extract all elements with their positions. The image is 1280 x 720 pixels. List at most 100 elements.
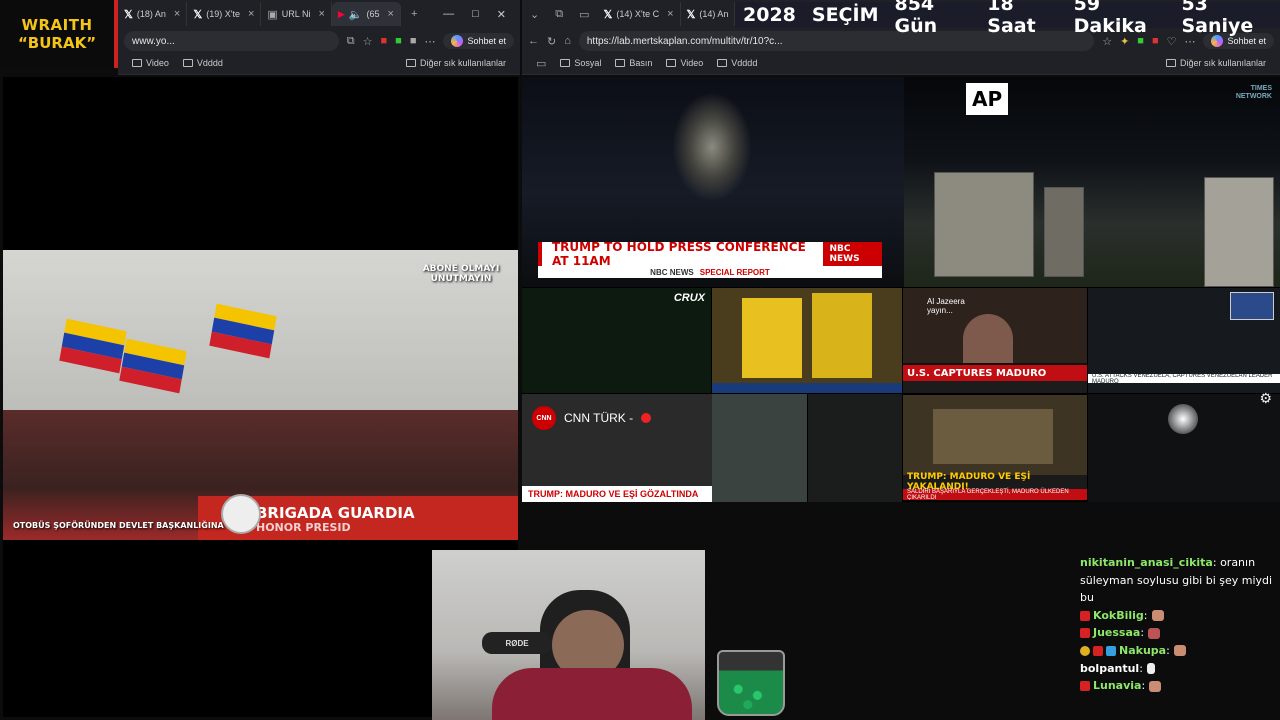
close-icon[interactable]: × [667,8,673,20]
bookmark-other[interactable]: Diğer sık kullanılanlar [1165,58,1266,68]
bookmark-label: Vdddd [196,58,223,68]
back-icon[interactable]: ← [528,35,539,47]
copilot-icon [451,35,464,47]
copilot-label: Sohbet et [467,36,506,46]
extension-red-icon[interactable]: ■ [381,35,388,47]
bookmark-label: Video [146,58,169,68]
aj-lower-third: U.S. CAPTURES MADURO [903,363,1087,393]
vertical-tabs-icon[interactable]: ▭ [571,8,597,21]
chat-username[interactable]: Nakupa [1119,644,1166,657]
countdown-seconds: 53 Saniye [1181,0,1254,37]
chat-panel: nikitanin_anasi_cikita: oranın süleyman … [1080,554,1276,695]
countdown-year: 2028 [743,4,796,26]
video-frame[interactable]: BRIGADA GUARDIA HONOR PRESID ABONE OLMAY… [3,250,518,540]
sub-badge-icon [1080,681,1090,692]
venezuela-strip: U.S. ATTACKS VENEZUELA, CAPTURES VENEZUE… [1088,373,1280,385]
sozcu-stream[interactable]: TRUMP: MADURO VE EŞİ YAKALANDI! SALDIRI … [903,395,1087,500]
address-bar[interactable]: www.yo... [124,31,339,51]
rally-stream[interactable] [712,288,902,393]
chat-username[interactable]: nikitanin_anasi_cikita [1080,556,1213,569]
settings-gear-icon[interactable]: ⚙ [1259,390,1272,407]
right-bookmarks-bar: ▭ Sosyal Basın Video Vdddd Diğer sık kul… [522,54,1280,72]
countdown-days: 854 Gün [894,0,938,37]
new-tab-icon[interactable]: + [411,8,417,20]
close-icon[interactable]: × [248,8,254,20]
extension-icon[interactable]: ⧉ [347,35,355,48]
sub-badge-icon [1080,610,1090,621]
nbc-brand: NBC NEWS [823,242,882,266]
nbc-stream[interactable]: TRUMP TO HOLD PRESS CONFERENCE AT 11AM N… [522,77,904,287]
bookmark-video[interactable]: Video [666,58,703,68]
bookmark-basin[interactable]: Basın [615,58,652,68]
ap-stream[interactable]: AP TIMES NETWORK [904,77,1280,287]
reading-list-icon[interactable]: ▭ [536,57,546,70]
close-icon[interactable]: × [174,8,180,20]
chat-username[interactable]: Juessaa [1093,626,1140,639]
sub-badge-icon [1080,628,1090,639]
tab-2[interactable]: 𝕏 (19) X'te × [187,2,262,26]
bookmark-other[interactable]: Diğer sık kullanılanlar [405,58,506,68]
folder-icon [1165,59,1176,67]
crux-stream[interactable]: CRUX [522,288,711,393]
tab-label: URL Ni [281,9,311,19]
chat-message: nikitanin_anasi_cikita: oranın süleyman … [1080,556,1273,605]
left-browser-chrome: 𝕏 (18) An × 𝕏 (19) X'te × ▣ URL Ni × ▶ 🔈 (65 × + … [118,0,520,75]
tab-1[interactable]: 𝕏 (18) An × [118,2,188,26]
cnnturk-stream[interactable]: CNN CNN TÜRK - TRUMP: MADURO VE EŞİ GÖZA… [522,394,712,502]
x-logo-icon: 𝕏 [603,8,613,21]
building-image [1044,187,1084,277]
building-image [1204,177,1274,287]
chat-username[interactable]: KokBilig [1093,609,1144,622]
page-icon: ▣ [267,8,278,21]
chat-message: Juessaa: [1080,624,1276,642]
night-stream[interactable] [1088,394,1280,502]
folder-icon [615,59,626,67]
aljazeera-stream[interactable]: Al Jazeera yayın... U.S. CAPTURES MADURO [903,288,1087,393]
favorites-icon[interactable]: ♡ [1167,35,1177,48]
tab-r2[interactable]: 𝕏 (14) An [681,2,736,26]
bookmark-vdddd[interactable]: Vdddd [717,58,757,68]
bookmark-vdddd[interactable]: Vdddd [182,58,223,68]
bookmark-label: Diğer sık kullanılanlar [1179,58,1266,68]
favorite-icon[interactable]: ☆ [363,35,373,48]
close-icon[interactable]: × [318,8,324,20]
tab-actions-icon[interactable]: ⌄ [522,8,547,21]
tab-r1[interactable]: 𝕏 (14) X'te C × [597,2,681,26]
close-icon[interactable]: × [388,8,394,20]
maximize-icon[interactable]: □ [472,8,479,21]
close-window-icon[interactable]: ✕ [497,8,506,21]
cam-stream-1[interactable] [712,394,807,502]
bookmark-video[interactable]: Video [132,58,169,68]
times-network-logo: TIMES NETWORK [1235,85,1272,100]
seal-emblem [221,494,261,534]
chat-username[interactable]: Lunavia [1093,679,1141,692]
streamer-webcam: RØDE [432,550,705,720]
window-controls: — □ ✕ [443,8,520,21]
sozcu-subline: SALDIRI BAŞARIYLA GERÇEKLEŞTİ, MADURO ÜL… [903,489,1087,500]
emote-icon [1151,610,1164,622]
sozcu-lower-third: TRUMP: MADURO VE EŞİ YAKALANDI! SALDIRI … [903,472,1087,500]
speaker-icon[interactable]: 🔈 [349,8,363,21]
minimize-icon[interactable]: — [443,8,454,21]
emote-icon [1149,680,1162,692]
menu-dots-icon[interactable]: ⋯ [424,35,435,48]
venezuela-stream[interactable]: U.S. ATTACKS VENEZUELA, CAPTURES VENEZUE… [1088,288,1280,393]
bookmark-sosyal[interactable]: Sosyal [560,58,601,68]
copilot-button[interactable]: Sohbet et [443,33,514,49]
tab-4-active[interactable]: ▶ 🔈 (65 × [331,2,401,26]
studio-image [933,409,1053,464]
tab-3[interactable]: ▣ URL Ni × [261,2,332,26]
countdown-label: SEÇİM [811,4,879,26]
youtube-icon: ▶ [337,8,345,19]
extension-green-icon[interactable]: ■ [395,35,402,47]
x-logo-icon: 𝕏 [124,8,133,21]
cam-stream-2[interactable] [808,394,902,502]
refresh-icon[interactable]: ↻ [547,35,556,48]
home-icon[interactable]: ⌂ [564,35,571,47]
left-tab-strip: 𝕏 (18) An × 𝕏 (19) X'te × ▣ URL Ni × ▶ 🔈 (65 × + … [118,0,520,28]
inset-anchor-image [1230,292,1274,320]
extension-icon-2[interactable]: ■ [410,35,417,47]
chat-username[interactable]: bolpantul [1080,662,1139,675]
tab-label: (18) An [136,9,166,19]
workspaces-icon[interactable]: ⧉ [547,8,571,21]
